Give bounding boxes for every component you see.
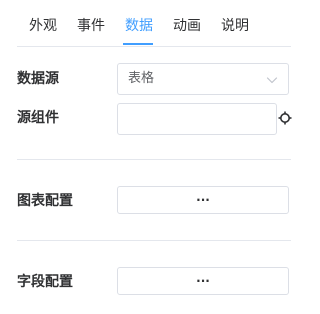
active-tab-indicator: [123, 43, 153, 45]
source-component-input[interactable]: [117, 103, 277, 135]
tab-events[interactable]: 事件: [77, 16, 105, 44]
chart-config-label: 图表配置: [17, 193, 73, 209]
tab-bar: 外观 事件 数据 动画 说明: [17, 0, 291, 47]
section-divider: [17, 159, 291, 160]
tab-data[interactable]: 数据: [125, 16, 153, 44]
tab-description[interactable]: 说明: [221, 16, 249, 44]
datasource-label: 数据源: [17, 71, 59, 87]
tab-animation[interactable]: 动画: [173, 16, 201, 44]
chart-config-button[interactable]: ···: [117, 186, 289, 214]
section-divider: [17, 240, 291, 241]
datasource-selected-value: 表格: [128, 71, 155, 86]
source-component-label: 源组件: [17, 110, 59, 126]
crosshair-icon[interactable]: [278, 111, 292, 125]
field-config-button[interactable]: ···: [117, 267, 289, 295]
datasource-select[interactable]: 表格: [117, 63, 289, 95]
tab-appearance[interactable]: 外观: [29, 16, 57, 44]
chevron-down-icon: [266, 77, 278, 84]
field-config-label: 字段配置: [17, 274, 73, 290]
